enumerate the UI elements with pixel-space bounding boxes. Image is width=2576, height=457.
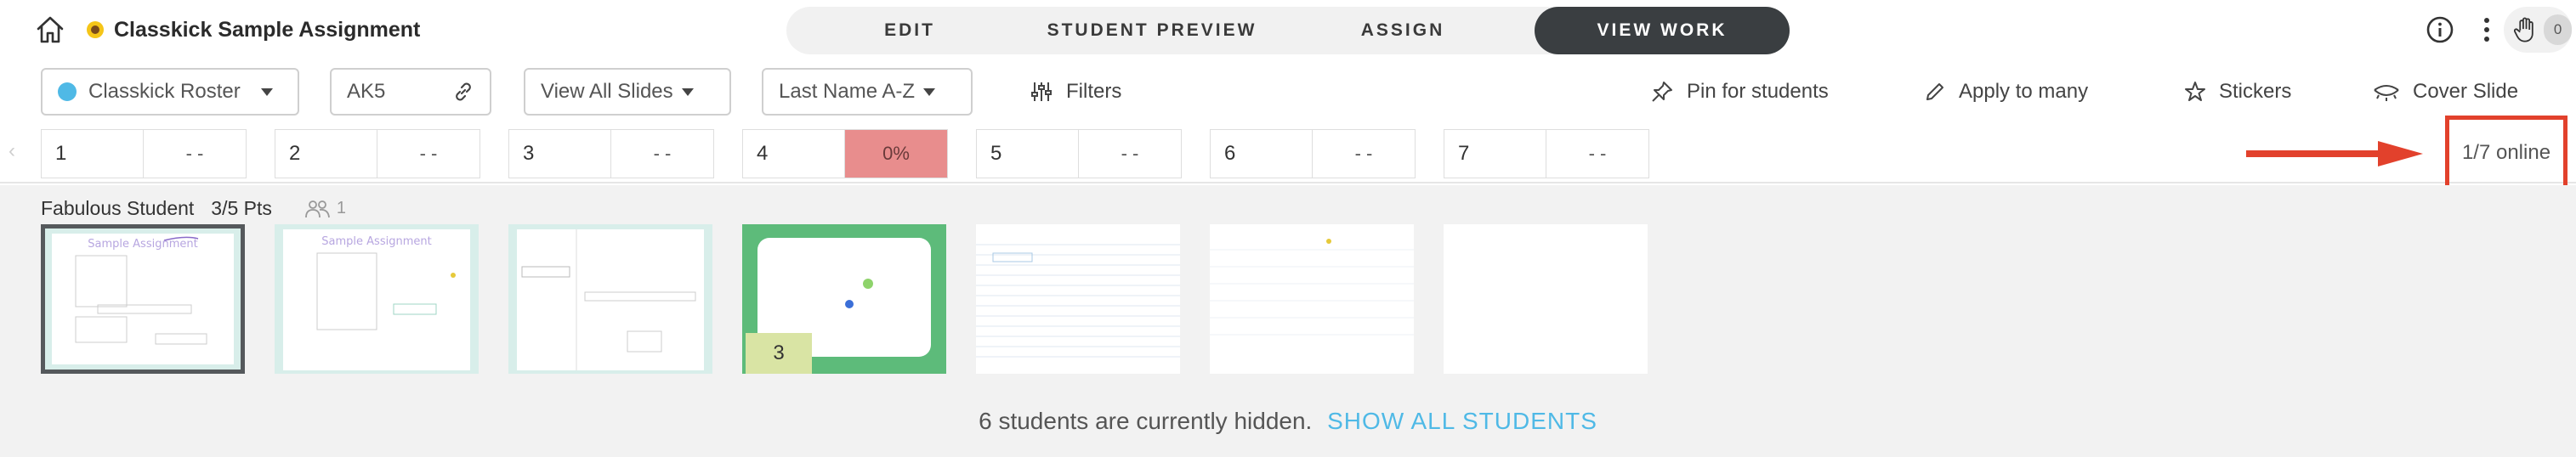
filters-button[interactable]: Filters <box>1029 68 1121 116</box>
tab-student-preview[interactable]: STUDENT PREVIEW <box>1033 7 1271 54</box>
class-code-field[interactable]: AK5 <box>330 68 491 116</box>
slide-thumbnail[interactable] <box>1444 224 1648 374</box>
slide-score: 0% <box>845 130 947 178</box>
apply-to-many-button[interactable]: Apply to many <box>1923 68 2088 116</box>
slide-score: - - <box>185 143 204 164</box>
chevron-down-icon <box>681 87 694 96</box>
cover-label: Cover Slide <box>2413 80 2519 103</box>
student-name[interactable]: Fabulous Student <box>41 197 194 220</box>
assignment-title-area: Classkick Sample Assignment <box>85 12 420 48</box>
sliders-icon <box>1031 82 1052 101</box>
slide-tab[interactable]: 2 - - <box>275 129 480 178</box>
annotation-arrow-icon <box>2246 141 2423 166</box>
student-points: 3/5 Pts <box>211 197 272 219</box>
slide-score: - - <box>653 143 672 164</box>
more-vertical-icon <box>2484 18 2489 42</box>
slide-thumbnail[interactable] <box>976 224 1180 374</box>
chevron-down-icon <box>260 87 273 96</box>
svg-text:Sample Assignment: Sample Assignment <box>321 235 431 248</box>
sort-dropdown[interactable]: Last Name A-Z <box>762 68 973 116</box>
slide-tab[interactable]: 1 - - <box>41 129 247 178</box>
hidden-students-text: 6 students are currently hidden. <box>979 408 1313 434</box>
student-header: Fabulous Student 3/5 Pts 1 <box>41 197 346 220</box>
assignment-title: Classkick Sample Assignment <box>114 17 421 42</box>
slide-thumbnail[interactable] <box>508 224 712 374</box>
collaborators: 1 <box>304 199 346 218</box>
pin-for-students-button[interactable]: Pin for students <box>1649 68 1829 116</box>
tab-assign[interactable]: ASSIGN <box>1271 7 1535 54</box>
view-slides-dropdown[interactable]: View All Slides <box>524 68 731 116</box>
slide-number: 5 <box>977 130 1079 178</box>
slide-score: - - <box>1354 143 1373 164</box>
link-icon[interactable] <box>452 81 474 103</box>
online-count: 1/7 online <box>2461 141 2551 164</box>
slide-score: - - <box>1121 143 1139 164</box>
roster-dropdown[interactable]: Classkick Roster <box>41 68 299 116</box>
tab-view-work[interactable]: VIEW WORK <box>1535 7 1790 54</box>
scroll-left-arrow-icon[interactable]: ‹ <box>9 139 15 163</box>
star-icon <box>2185 82 2205 101</box>
slide-badge: 3 <box>773 341 785 364</box>
student-work-area: Fabulous Student 3/5 Pts 1 Sample Assign… <box>0 185 2576 457</box>
slide-strip: ‹ 1 - - 2 - - 3 - - 4 0% 5 - - 6 - - 7 -… <box>0 116 2576 190</box>
slide-thumbnail[interactable]: Sample Assignment <box>41 224 245 374</box>
apply-label: Apply to many <box>1959 80 2089 103</box>
slide-number: 7 <box>1444 130 1546 178</box>
slide-thumbnail[interactable] <box>1210 224 1414 374</box>
slide-tab[interactable]: 3 - - <box>508 129 714 178</box>
collaborator-count: 1 <box>336 199 347 217</box>
class-code: AK5 <box>347 80 386 103</box>
slide-thumbnail[interactable]: 3 <box>742 224 946 374</box>
slide-thumbnail[interactable]: Sample Assignment <box>275 224 479 374</box>
help-requests-button[interactable]: 0 <box>2504 7 2572 53</box>
chevron-down-icon <box>923 87 936 96</box>
work-toolbar: Classkick Roster AK5 View All Slides Las… <box>0 61 2576 121</box>
info-icon <box>2426 16 2454 43</box>
stickers-button[interactable]: Stickers <box>2183 68 2291 116</box>
svg-text:Sample Assignment: Sample Assignment <box>88 238 197 251</box>
stickers-label: Stickers <box>2219 80 2292 103</box>
view-slides-label: View All Slides <box>541 80 673 103</box>
people-icon <box>305 200 330 217</box>
mode-tabs: EDIT STUDENT PREVIEW ASSIGN VIEW WORK <box>786 7 1790 54</box>
help-count-badge: 0 <box>2544 14 2572 45</box>
online-status: 1/7 online <box>2445 116 2567 190</box>
slide-number: 6 <box>1211 130 1313 178</box>
slide-number: 1 <box>42 130 144 178</box>
slide-tab[interactable]: 7 - - <box>1444 129 1649 178</box>
pin-label: Pin for students <box>1687 80 1829 103</box>
hidden-students-message: 6 students are currently hidden. SHOW AL… <box>0 408 2576 435</box>
slide-tab[interactable]: 6 - - <box>1210 129 1416 178</box>
raised-hand-icon <box>2514 17 2533 42</box>
info-button[interactable] <box>2423 13 2457 47</box>
cover-slide-button[interactable]: Cover Slide <box>2372 68 2518 116</box>
pencil-icon <box>1926 83 1943 100</box>
pin-icon <box>1652 82 1672 102</box>
show-all-students-link[interactable]: SHOW ALL STUDENTS <box>1327 408 1597 434</box>
slide-tab[interactable]: 4 0% <box>742 129 948 178</box>
top-bar: Classkick Sample Assignment EDIT STUDENT… <box>0 0 2576 59</box>
home-button[interactable] <box>31 12 70 48</box>
sort-label: Last Name A-Z <box>779 80 916 103</box>
slide-score: - - <box>1588 143 1607 164</box>
slide-score: - - <box>419 143 438 164</box>
slide-number: 4 <box>743 130 845 178</box>
slide-number: 2 <box>275 130 377 178</box>
filters-label: Filters <box>1066 80 1122 103</box>
slide-number: 3 <box>509 130 611 178</box>
home-icon <box>37 16 64 43</box>
slide-tab[interactable]: 5 - - <box>976 129 1182 178</box>
sunflower-icon <box>87 21 104 38</box>
roster-label: Classkick Roster <box>88 80 241 103</box>
more-options-button[interactable] <box>2474 13 2499 47</box>
roster-color-dot <box>58 82 77 101</box>
tab-edit[interactable]: EDIT <box>786 7 1033 54</box>
eye-closed-icon <box>2374 85 2399 101</box>
